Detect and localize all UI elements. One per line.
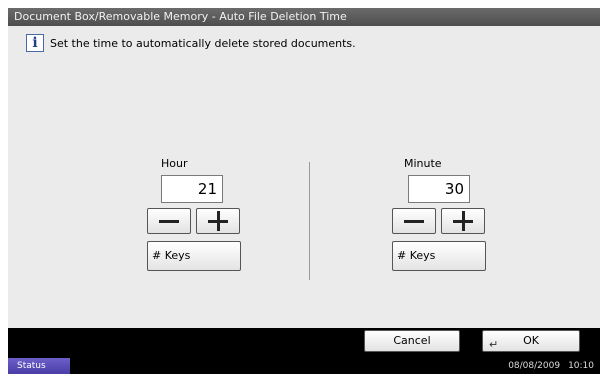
hour-plus-button[interactable] [196,208,240,234]
enter-key-icon: ↵ [489,338,499,351]
hour-label: Hour [161,157,188,170]
minute-keys-button[interactable]: # Keys [392,241,486,271]
ok-button[interactable]: ↵ OK [482,330,580,352]
ok-label: OK [523,334,539,347]
hour-keys-button[interactable]: # Keys [147,241,241,271]
group-divider [309,162,310,280]
plus-icon [208,211,228,231]
status-date: 08/08/2009 [508,361,561,371]
minute-plus-button[interactable] [441,208,485,234]
minute-value-field[interactable]: 30 [408,175,470,203]
info-icon: i [26,34,44,52]
status-button[interactable]: Status [8,358,70,374]
hour-minus-button[interactable] [147,208,191,234]
message-text: Set the time to automatically delete sto… [50,36,356,50]
minute-minus-button[interactable] [392,208,436,234]
minus-icon [159,219,179,223]
settings-panel: i Set the time to automatically delete s… [8,26,600,328]
cancel-button[interactable]: Cancel [364,330,460,352]
window-title: Document Box/Removable Memory - Auto Fil… [8,8,600,26]
date-time: 08/08/2009 10:10 [508,358,594,374]
plus-icon [453,211,473,231]
status-bar: Status 08/08/2009 10:10 [8,358,600,374]
status-time: 10:10 [568,361,594,371]
minus-icon [404,219,424,223]
hour-value-field[interactable]: 21 [161,175,223,203]
info-message: i Set the time to automatically delete s… [26,33,356,53]
minute-label: Minute [404,157,442,170]
device-screen: Document Box/Removable Memory - Auto Fil… [8,8,600,374]
